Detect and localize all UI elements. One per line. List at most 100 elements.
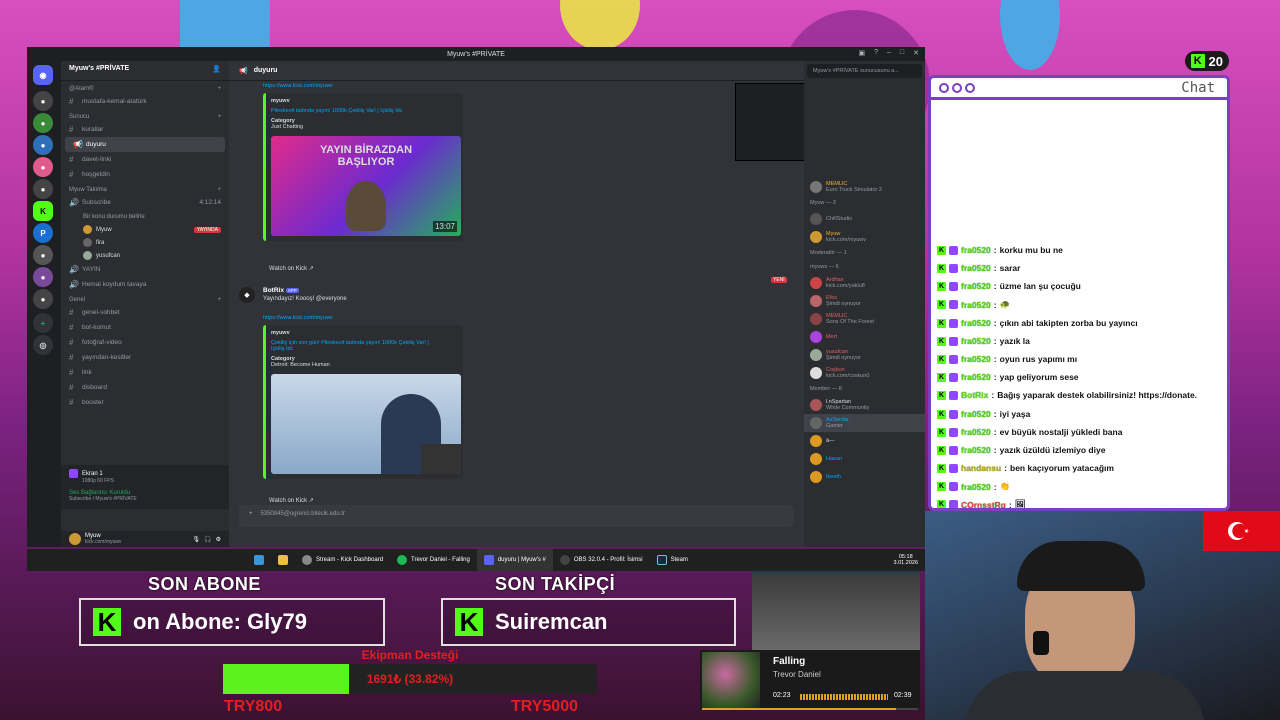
chat-username[interactable]: BotRix bbox=[961, 390, 988, 400]
channel-item[interactable]: # link bbox=[61, 365, 229, 380]
chat-username[interactable]: fra0520 bbox=[961, 263, 991, 273]
voice-channel[interactable]: 🔊 Hemal koydum tavaya bbox=[61, 277, 229, 292]
watch-on-kick-link[interactable]: Watch on Kick ↗ bbox=[269, 265, 314, 272]
member-item[interactable]: ā— bbox=[804, 432, 925, 450]
taskbar-app[interactable]: duyuru | Myuw's # bbox=[476, 549, 553, 571]
channel-item[interactable]: # fotoğraf-video bbox=[61, 335, 229, 350]
add-server-icon[interactable]: + bbox=[33, 313, 53, 333]
channel-item[interactable]: # yayından-kesitler bbox=[61, 350, 229, 365]
voice-user[interactable]: Myuw YAYINDA bbox=[61, 223, 229, 236]
chat-badge-icon bbox=[949, 409, 958, 419]
channel-item[interactable]: # disboard bbox=[61, 380, 229, 395]
chat-username[interactable]: fra0520 bbox=[961, 482, 991, 492]
chat-username[interactable]: fra0520 bbox=[961, 336, 991, 346]
start-button[interactable] bbox=[247, 549, 271, 571]
taskbar-app[interactable]: Stream - Kick Dashboard bbox=[295, 549, 390, 571]
kick-embed[interactable]: myuwv Çekiliş için son gün! Pileskevit t… bbox=[263, 325, 463, 479]
member-item[interactable]: Efes Şimdi oynuyor bbox=[804, 292, 925, 310]
voice-channel[interactable]: 🔊 YAYIN bbox=[61, 262, 229, 277]
server-icon[interactable]: P bbox=[33, 223, 53, 243]
watch-on-kick-link[interactable]: Watch on Kick ↗ bbox=[269, 497, 314, 504]
kick-server-icon[interactable]: K bbox=[33, 201, 53, 221]
chat-separator: : bbox=[1004, 463, 1007, 473]
server-icon[interactable]: ● bbox=[33, 91, 53, 111]
maximize-button[interactable]: □ bbox=[900, 49, 904, 57]
chat-username[interactable]: fra0520 bbox=[961, 409, 991, 419]
channel-item[interactable]: # booster bbox=[61, 395, 229, 410]
mic-icon[interactable]: 🎙 bbox=[193, 536, 201, 543]
server-name-header[interactable]: Myuw's #PRİVATE 👤 bbox=[61, 61, 229, 81]
user-panel[interactable]: Myuw kick.com/myuwv 🎙 🎧 ⚙ bbox=[61, 531, 229, 547]
message-link[interactable]: https://www.kick.com/myuwv bbox=[263, 315, 333, 321]
chat-username[interactable]: fra0520 bbox=[961, 354, 991, 364]
channel-item[interactable]: # bot-komut bbox=[61, 320, 229, 335]
file-explorer-button[interactable] bbox=[271, 549, 295, 571]
chat-username[interactable]: fra0520 bbox=[961, 427, 991, 437]
chat-username[interactable]: handansu bbox=[961, 463, 1001, 473]
member-item[interactable]: MEMLIC Euro Truck Simulator 2 bbox=[804, 178, 925, 196]
server-icon[interactable]: ● bbox=[33, 267, 53, 287]
channel-item[interactable]: # mustafa-kemal-atatürk bbox=[61, 94, 229, 109]
member-item[interactable]: yusufcan Şimdi oynuyor bbox=[804, 346, 925, 364]
member-item[interactable]: Myuw kick.com/myuwv bbox=[804, 228, 925, 246]
discord-window[interactable]: Myuw's #PRİVATE ▣ ? – □ ✕ ◉ ● ● ● ● ● K … bbox=[27, 47, 925, 547]
invite-icon[interactable]: 👤 bbox=[212, 65, 221, 76]
category-atam[interactable]: @Atam® + bbox=[61, 81, 229, 94]
headphones-icon[interactable]: 🎧 bbox=[204, 536, 211, 543]
voice-user[interactable]: yusufcan bbox=[61, 249, 229, 262]
chat-text: yazık üzüldü izlemiyo diye bbox=[999, 445, 1106, 455]
chat-username[interactable]: fra0520 bbox=[961, 318, 991, 328]
chat-username[interactable]: fra0520 bbox=[961, 281, 991, 291]
discord-home-icon[interactable]: ◉ bbox=[33, 65, 53, 85]
stream-thumbnail[interactable] bbox=[271, 374, 461, 474]
server-icon[interactable]: ● bbox=[33, 135, 53, 155]
chat-username[interactable]: COrnsstRg bbox=[961, 500, 1006, 509]
settings-icon[interactable]: ⚙ bbox=[216, 536, 221, 543]
member-search[interactable]: Myuw's #PRİVATE sunucusunu a... bbox=[807, 64, 922, 78]
server-icon[interactable]: ● bbox=[33, 289, 53, 309]
channel-item[interactable]: # kurallar bbox=[61, 122, 229, 137]
server-icon[interactable]: ● bbox=[33, 179, 53, 199]
server-icon[interactable]: ● bbox=[33, 157, 53, 177]
system-tray[interactable]: 05:18 3.01.2026 bbox=[887, 549, 925, 571]
member-item[interactable]: MEMLIC Sons Of The Forest bbox=[804, 310, 925, 328]
member-item[interactable]: Ardhan kick.com/yaklu8 bbox=[804, 274, 925, 292]
kick-viewer-count: K 20 bbox=[1185, 51, 1229, 71]
chat-username[interactable]: fra0520 bbox=[961, 372, 991, 382]
member-item[interactable]: Ikeeth bbox=[804, 468, 925, 486]
server-icon[interactable]: ● bbox=[33, 245, 53, 265]
kick-embed[interactable]: myuwv Pileskevit tadında yayın! 1000k Çe… bbox=[263, 93, 463, 241]
channel-item-active[interactable]: 📢 duyuru bbox=[65, 137, 225, 152]
member-item[interactable]: Hasan bbox=[804, 450, 925, 468]
help-icon[interactable]: ? bbox=[874, 49, 878, 57]
category-sunucu[interactable]: Sunucu + bbox=[61, 109, 229, 122]
member-item[interactable]: Mert bbox=[804, 328, 925, 346]
member-item[interactable]: AsSerdar Gamer bbox=[804, 414, 925, 432]
message-link[interactable]: https://www.kick.com/myuwv bbox=[263, 83, 333, 89]
close-button[interactable]: ✕ bbox=[913, 49, 919, 57]
chat-username[interactable]: fra0520 bbox=[961, 445, 991, 455]
inbox-icon[interactable]: ▣ bbox=[858, 49, 865, 57]
chat-username[interactable]: fra0520 bbox=[961, 245, 991, 255]
bot-avatar[interactable]: ◆ bbox=[239, 287, 255, 303]
stream-thumbnail[interactable]: YAYIN BİRAZDAN BAŞLIYOR 13:07 bbox=[271, 136, 461, 236]
channel-item[interactable]: # davet-linki bbox=[61, 152, 229, 167]
minimize-button[interactable]: – bbox=[887, 49, 891, 57]
member-item[interactable]: l.nSpartan White Community bbox=[804, 396, 925, 414]
category-myuw[interactable]: Myuw Takılma + bbox=[61, 182, 229, 195]
category-genel[interactable]: Genel + bbox=[61, 292, 229, 305]
channel-item[interactable]: # genel-sohbet bbox=[61, 305, 229, 320]
taskbar-app[interactable]: Trevor Daniel - Falling bbox=[390, 549, 477, 571]
taskbar-app[interactable]: Steam bbox=[650, 549, 695, 571]
member-item[interactable]: ChillStudio bbox=[804, 210, 925, 228]
server-icon[interactable]: ● bbox=[33, 113, 53, 133]
chat-username[interactable]: fra0520 bbox=[961, 300, 991, 310]
member-item[interactable]: Coşkun kick.com/coskun0 bbox=[804, 364, 925, 382]
message-input[interactable]: +5350845@ogrenci.bilecik.edu.tr bbox=[239, 505, 794, 527]
voice-channel[interactable]: 🔊 Subscribe 4:12:14 bbox=[61, 195, 229, 210]
channel-item[interactable]: # hoşgeldin bbox=[61, 167, 229, 182]
voice-user[interactable]: fira bbox=[61, 236, 229, 249]
taskbar-app[interactable]: OBS 32.0.4 - Profil: İsimsi bbox=[553, 549, 650, 571]
explore-icon[interactable]: ◎ bbox=[33, 335, 53, 355]
member-list: Myuw's #PRİVATE sunucusunu a... MEMLIC Eu… bbox=[804, 61, 925, 547]
